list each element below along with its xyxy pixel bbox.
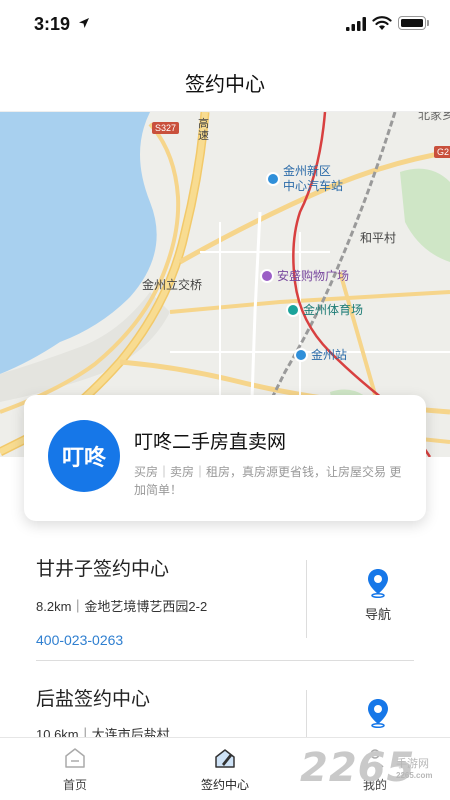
brand-description: 买房｜卖房｜租房，真房源更省钱，让房屋交易 更加简单！ [134,465,402,497]
status-bar: 3:19 [0,0,450,48]
agency-info-card: 叮咚 叮咚二手房直卖网 买房｜卖房｜租房，真房源更省钱，让房屋交易 更加简单！ [24,395,426,521]
center-phone-link[interactable]: 400-023-0263 [36,632,123,648]
battery-icon [398,16,426,30]
poi-name: 金州体育场 [303,303,364,317]
list-item: 甘井子签约中心 8.2km｜金地艺境博艺西园2-2 400-023-0263 导… [0,540,450,662]
watermark-logo: 2265 手游网 2265.com [292,743,450,793]
location-pin-icon [368,699,388,728]
sign-center-icon [215,749,235,768]
navigate-button[interactable]: 导航 [348,568,408,623]
poi-name-2: 中心汽车站 [283,179,344,193]
divider [306,690,307,737]
wifi-icon [372,16,392,30]
cellular-signal-icon [346,17,366,31]
divider [306,560,307,638]
stadium-icon [286,302,300,317]
tab-sign-center[interactable]: 签约中心 [165,738,285,800]
location-arrow-icon [79,18,89,28]
tab-label: 签约中心 [200,778,249,792]
center-name: 后盐签约中心 [36,689,151,710]
road-badge-g2: G2 [434,146,450,158]
map-label-highway: 高速 [198,118,209,142]
poi-name: 安盛购物广场 [277,269,350,283]
status-time: 3:19 [34,14,71,34]
brand-logo: 叮咚 [48,420,120,492]
battery-cap [427,20,429,26]
watermark-text: 手游网 [396,758,429,770]
center-name: 甘井子签约中心 [36,559,170,580]
map-poi-bus-station[interactable]: 金州新区 中心汽车站 [266,164,343,194]
center-address: 8.2km｜金地艺境博艺西园2-2 [36,599,208,614]
center-address: 10.6km｜大连市后盐村 [36,727,170,737]
brand-name: 叮咚二手房直卖网 [134,432,287,453]
bus-station-icon [266,172,280,186]
nav-header: 签约中心 [0,48,450,112]
list-item: 后盐签约中心 10.6km｜大连市后盐村 导航 [0,670,450,737]
poi-name: 金州站 [311,348,348,362]
location-pin-icon [368,569,388,598]
list-divider [36,660,414,661]
map-label-bridge: 金州立交桥 [142,278,203,292]
watermark-url: 2265.com [396,771,433,780]
tab-label: 首页 [62,778,87,792]
map-poi-shopping[interactable]: 安盛购物广场 [260,267,349,284]
shopping-icon [260,268,274,283]
page-title: 签约中心 [185,74,265,96]
train-station-icon [294,347,308,362]
tab-home[interactable]: 首页 [15,738,135,800]
road-badge-s327: S327 [152,122,180,134]
map-poi-stadium[interactable]: 金州体育场 [286,301,363,318]
navigate-button[interactable]: 导航 [348,698,408,737]
navigate-label: 导航 [364,607,391,622]
home-icon [65,748,85,768]
map-label-hepingcun: 和平村 [360,231,397,245]
poi-name: 金州新区 [283,164,332,178]
map-label-corner: 北家乡 [418,112,450,122]
map-poi-train-station[interactable]: 金州站 [294,346,347,363]
